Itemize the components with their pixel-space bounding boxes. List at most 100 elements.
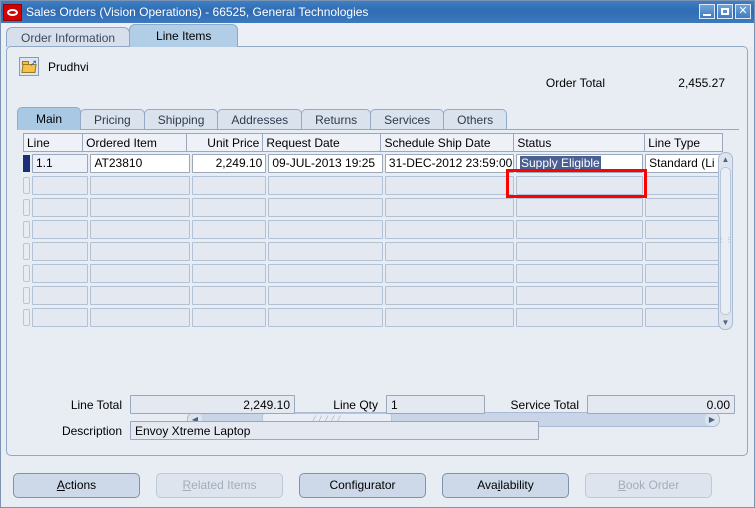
grid-cell[interactable]	[90, 241, 191, 261]
actions-button[interactable]: Actions	[13, 472, 140, 498]
grid-column-header[interactable]: Line Type	[644, 133, 723, 152]
grid-cell[interactable]	[384, 197, 514, 217]
grid-cell[interactable]	[516, 307, 644, 327]
grid-cell[interactable]	[384, 307, 514, 327]
grid-cell[interactable]	[645, 219, 721, 239]
grid-cell[interactable]: 09-JUL-2013 19:25	[268, 153, 383, 173]
tab-line-items[interactable]: Line Items	[129, 24, 239, 47]
availability-button[interactable]: Ava i lability	[442, 472, 569, 498]
grid-cell[interactable]	[32, 197, 89, 217]
grid-column-header[interactable]: Unit Price	[185, 133, 263, 152]
grid-column-header[interactable]: Status	[513, 133, 645, 152]
tab-addresses[interactable]: Addresses	[217, 109, 303, 130]
grid-cell[interactable]	[32, 263, 89, 283]
grid-cell[interactable]	[192, 175, 267, 195]
tab-pricing[interactable]: Pricing	[80, 109, 145, 130]
grid-cell[interactable]: AT23810	[90, 153, 191, 173]
table-row[interactable]	[23, 218, 723, 240]
scroll-down-arrow-icon[interactable]: ▼	[719, 316, 732, 329]
grid-cell[interactable]: 2,249.10	[192, 153, 267, 173]
grid-cell[interactable]	[192, 263, 267, 283]
grid-cell[interactable]	[268, 175, 383, 195]
row-selector[interactable]	[23, 242, 30, 260]
table-row[interactable]: 1.1 AT23810 2,249.10 09-JUL-2013 19:25 31-DE…	[23, 152, 723, 174]
row-selector[interactable]	[23, 154, 30, 172]
row-selector[interactable]	[23, 286, 30, 304]
grid-cell[interactable]	[268, 219, 383, 239]
grid-vertical-scrollbar[interactable]: ▲ ⋮⋮ ▼	[718, 152, 733, 330]
grid-cell[interactable]	[192, 307, 267, 327]
grid-cell[interactable]: 1.1	[32, 153, 89, 173]
grid-cell[interactable]	[516, 241, 644, 261]
table-row[interactable]	[23, 196, 723, 218]
grid-cell[interactable]	[192, 285, 267, 305]
grid-cell[interactable]	[645, 175, 721, 195]
grid-cell[interactable]	[268, 307, 383, 327]
grid-cell[interactable]	[32, 241, 89, 261]
row-selector[interactable]	[23, 198, 30, 216]
row-selector[interactable]	[23, 264, 30, 282]
grid-cell[interactable]	[192, 219, 267, 239]
grid-cell[interactable]	[645, 285, 721, 305]
scroll-up-arrow-icon[interactable]: ▲	[719, 153, 732, 166]
line-qty-input[interactable]: 1	[386, 395, 485, 414]
table-row[interactable]	[23, 284, 723, 306]
grid-cell[interactable]	[384, 241, 514, 261]
grid-column-header[interactable]: Ordered Item	[82, 133, 186, 152]
grid-cell[interactable]	[645, 307, 721, 327]
grid-cell[interactable]	[32, 175, 89, 195]
grid-cell[interactable]	[32, 285, 89, 305]
table-row[interactable]	[23, 174, 723, 196]
grid-cell[interactable]	[516, 285, 644, 305]
tab-returns[interactable]: Returns	[301, 109, 372, 130]
tab-services[interactable]: Services	[370, 109, 445, 130]
related-items-button[interactable]: Related Items	[156, 472, 283, 498]
table-row[interactable]	[23, 240, 723, 262]
grid-cell[interactable]	[90, 285, 191, 305]
grid-cell[interactable]	[268, 241, 383, 261]
vertical-scroll-thumb[interactable]: ⋮⋮	[718, 167, 733, 315]
grid-column-header[interactable]: Schedule Ship Date	[380, 133, 514, 152]
grid-cell[interactable]	[90, 307, 191, 327]
grid-column-header[interactable]: Line	[23, 133, 83, 152]
grid-cell[interactable]	[192, 241, 267, 261]
tab-others[interactable]: Others	[443, 109, 508, 130]
configurator-button[interactable]: Confi g urator	[299, 472, 426, 498]
table-row[interactable]	[23, 262, 723, 284]
grid-cell[interactable]	[384, 263, 514, 283]
folder-row[interactable]: ↗ Prudhvi	[19, 57, 89, 76]
grid-cell[interactable]: Standard (Li	[645, 153, 721, 173]
grid-cell[interactable]: 31-DEC-2012 23:59:00	[384, 153, 514, 173]
grid-cell[interactable]: Supply Eligible	[516, 153, 644, 173]
grid-cell[interactable]	[268, 285, 383, 305]
description-input[interactable]: Envoy Xtreme Laptop	[130, 421, 539, 440]
book-order-button[interactable]: Book Order	[585, 472, 712, 498]
folder-open-icon[interactable]: ↗	[19, 57, 39, 76]
grid-cell[interactable]	[32, 307, 89, 327]
close-button[interactable]: ✕	[735, 4, 751, 19]
grid-cell[interactable]	[645, 241, 721, 261]
grid-cell[interactable]	[384, 175, 514, 195]
grid-cell[interactable]	[192, 197, 267, 217]
row-selector[interactable]	[23, 220, 30, 238]
minimize-button[interactable]	[699, 4, 715, 19]
tab-main[interactable]: Main	[17, 107, 82, 130]
grid-cell[interactable]	[32, 219, 89, 239]
maximize-button[interactable]	[717, 4, 733, 19]
grid-cell[interactable]	[645, 197, 721, 217]
grid-cell[interactable]	[516, 263, 644, 283]
grid-cell[interactable]	[90, 197, 191, 217]
grid-cell[interactable]	[516, 175, 644, 195]
row-selector[interactable]	[23, 176, 30, 194]
grid-cell[interactable]	[516, 197, 644, 217]
table-row[interactable]	[23, 306, 723, 328]
grid-cell[interactable]	[90, 175, 191, 195]
tab-shipping[interactable]: Shipping	[143, 109, 219, 130]
grid-cell[interactable]	[268, 197, 383, 217]
grid-cell[interactable]	[516, 219, 644, 239]
grid-cell[interactable]	[384, 285, 514, 305]
grid-cell[interactable]	[90, 263, 191, 283]
grid-column-header[interactable]: Request Date	[262, 133, 381, 152]
tab-order-information[interactable]: Order Information	[6, 27, 131, 47]
grid-cell[interactable]	[645, 263, 721, 283]
